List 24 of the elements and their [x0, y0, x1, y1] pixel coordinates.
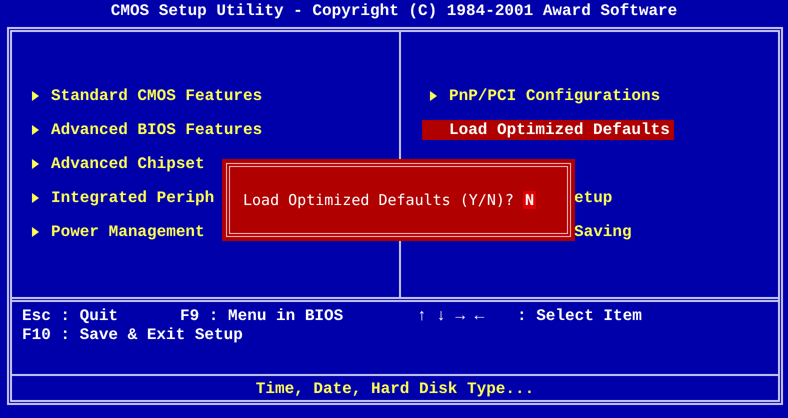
triangle-right-icon	[32, 91, 39, 101]
key-hint: Esc : Quit	[22, 307, 120, 326]
menu-item[interactable]: Advanced Chipset	[24, 154, 209, 174]
dialog-prompt: Load Optimized Defaults (Y/N)?	[243, 191, 514, 209]
menu-item[interactable]: Advanced BIOS Features	[24, 120, 266, 140]
triangle-right-icon	[32, 159, 39, 169]
triangle-right-icon	[430, 91, 437, 101]
item-description: Time, Date, Hard Disk Type...	[256, 380, 534, 400]
triangle-right-icon	[32, 193, 39, 203]
answer-field[interactable]: N	[522, 191, 536, 209]
key-hint: F9 : Menu in BIOS	[180, 307, 344, 326]
key-hint: F10 : Save & Exit Setup	[22, 326, 243, 346]
menu-item[interactable]: Power Management	[24, 222, 209, 242]
menu-item[interactable]: PnP/PCI Configurations	[422, 86, 664, 106]
menu-item[interactable]: Load Optimized Defaults	[422, 120, 674, 140]
window-title: CMOS Setup Utility - Copyright (C) 1984-2001 Award Software	[110, 1, 678, 22]
triangle-right-icon	[32, 227, 39, 237]
menu-item[interactable]: Integrated Periph	[24, 188, 218, 208]
menu-item[interactable]: etup	[574, 188, 616, 208]
menu-item[interactable]: Saving	[574, 222, 636, 242]
key-hint: ↑ ↓ → ←	[417, 307, 486, 326]
menu-item[interactable]: Standard CMOS Features	[24, 86, 266, 106]
triangle-right-icon	[32, 125, 39, 135]
key-hint: : Select Item	[517, 307, 643, 326]
